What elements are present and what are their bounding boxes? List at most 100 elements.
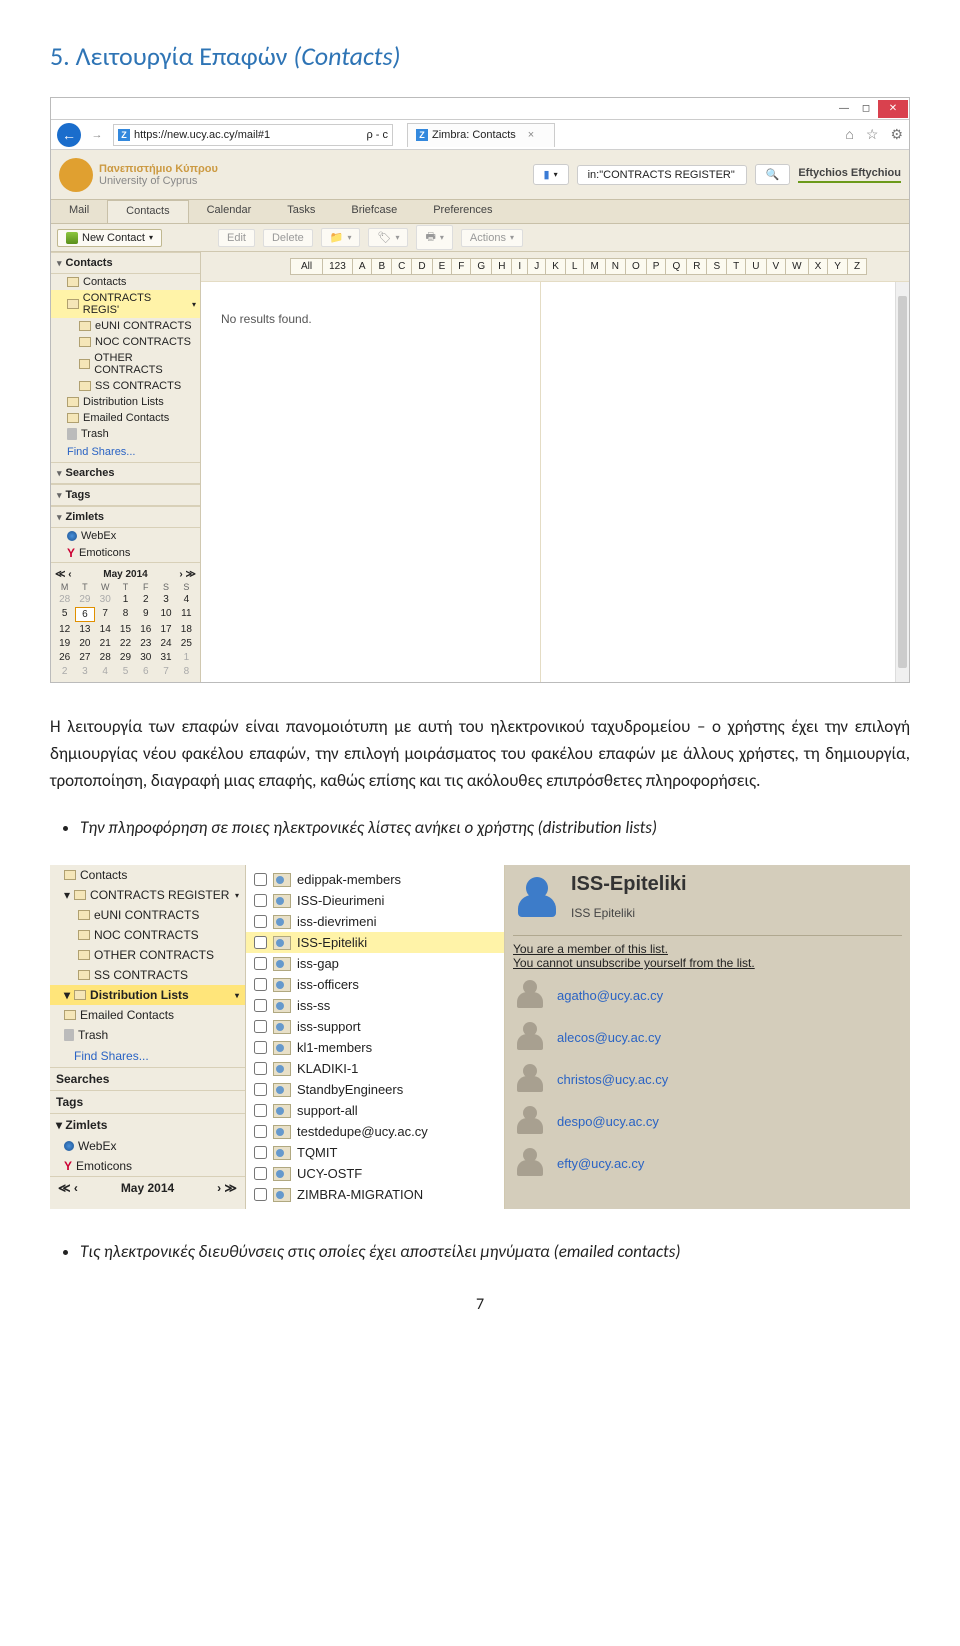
calendar-day[interactable]: 12 — [55, 623, 74, 636]
dl-row[interactable]: UCY-OSTF — [246, 1163, 504, 1184]
calendar-day[interactable]: 21 — [96, 637, 115, 650]
calendar-day[interactable]: 5 — [55, 607, 74, 622]
alpha-filter-E[interactable]: E — [432, 258, 453, 275]
tab-contacts[interactable]: Contacts — [107, 200, 188, 223]
calendar-day[interactable]: 30 — [96, 593, 115, 606]
sidebar-zimlet-webex[interactable]: WebEx — [51, 528, 200, 544]
sidebar-item[interactable]: eUNI CONTRACTS — [51, 318, 200, 334]
calendar-day[interactable]: 16 — [136, 623, 155, 636]
dl-checkbox[interactable] — [254, 1104, 267, 1117]
dl-checkbox[interactable] — [254, 1125, 267, 1138]
sidebar-item-2[interactable]: SS CONTRACTS — [50, 965, 245, 985]
dl-row[interactable]: edippak-members — [246, 869, 504, 890]
tab-preferences[interactable]: Preferences — [415, 200, 510, 223]
sidebar-item-2[interactable]: ▾ CONTRACTS REGISTER▾ — [50, 885, 245, 905]
calendar-day[interactable]: 6 — [75, 607, 94, 622]
dl-checkbox[interactable] — [254, 1167, 267, 1180]
dl-checkbox[interactable] — [254, 999, 267, 1012]
dl-checkbox[interactable] — [254, 1020, 267, 1033]
sidebar-item-2[interactable]: NOC CONTRACTS — [50, 925, 245, 945]
sidebar-item[interactable]: Trash — [51, 426, 200, 442]
searches-header-2[interactable]: Searches — [50, 1067, 245, 1090]
search-scope[interactable]: ▮ ▾ — [533, 164, 569, 185]
sidebar-item-2[interactable]: Contacts — [50, 865, 245, 885]
alpha-filter-M[interactable]: M — [583, 258, 605, 275]
dl-row[interactable]: TQMIT — [246, 1142, 504, 1163]
alpha-filter-F[interactable]: F — [451, 258, 471, 275]
alpha-filter-J[interactable]: J — [527, 258, 546, 275]
browser-tab[interactable]: Z Zimbra: Contacts × — [407, 123, 555, 147]
calendar-day[interactable]: 8 — [177, 665, 196, 678]
alpha-filter-D[interactable]: D — [411, 258, 432, 275]
dl-checkbox[interactable] — [254, 1062, 267, 1075]
alpha-filter-W[interactable]: W — [785, 258, 808, 275]
calendar-day[interactable]: 1 — [116, 593, 135, 606]
dl-row[interactable]: ISS-Epiteliki — [246, 932, 504, 953]
calendar-day[interactable]: 2 — [136, 593, 155, 606]
dl-checkbox[interactable] — [254, 1146, 267, 1159]
sidebar-item-2[interactable]: Emailed Contacts — [50, 1005, 245, 1025]
star-icon[interactable]: ☆ — [866, 126, 879, 143]
alpha-filter-V[interactable]: V — [766, 258, 787, 275]
print-button[interactable]: 🖶▾ — [416, 225, 452, 250]
dl-row[interactable]: ZIMBRA-MIGRATION — [246, 1184, 504, 1205]
calendar-day[interactable]: 10 — [156, 607, 175, 622]
tab-briefcase[interactable]: Briefcase — [333, 200, 415, 223]
alpha-filter-T[interactable]: T — [726, 258, 746, 275]
calendar-day[interactable]: 3 — [75, 665, 94, 678]
calendar-day[interactable]: 22 — [116, 637, 135, 650]
calendar-day[interactable]: 4 — [177, 593, 196, 606]
tag-button[interactable]: 🏷▾ — [368, 228, 408, 247]
minimize-button[interactable]: — — [834, 100, 854, 118]
calendar-day[interactable]: 31 — [156, 651, 175, 664]
calendar-day[interactable]: 28 — [96, 651, 115, 664]
alpha-filter-U[interactable]: U — [745, 258, 766, 275]
sidebar-item-2[interactable]: OTHER CONTRACTS — [50, 945, 245, 965]
sidebar-item-2[interactable]: eUNI CONTRACTS — [50, 905, 245, 925]
maximize-button[interactable]: ◻ — [856, 100, 876, 118]
zimlets-header-2[interactable]: ▾ Zimlets — [50, 1113, 245, 1136]
forward-button[interactable]: → — [87, 125, 107, 145]
alpha-filter-All[interactable]: All — [290, 258, 323, 275]
calendar-day[interactable]: 25 — [177, 637, 196, 650]
sidebar-item[interactable]: Emailed Contacts — [51, 410, 200, 426]
find-shares-link-2[interactable]: Find Shares... — [50, 1045, 245, 1067]
delete-button[interactable]: Delete — [263, 229, 313, 247]
zimlet-emoticons-2[interactable]: YEmoticons — [50, 1156, 245, 1176]
dl-row[interactable]: testdedupe@ucy.ac.cy — [246, 1121, 504, 1142]
search-button[interactable]: 🔍 — [755, 164, 791, 185]
sidebar-item-2[interactable]: ▾ Distribution Lists▾ — [50, 985, 245, 1005]
sidebar-contacts-header[interactable]: Contacts — [51, 252, 200, 274]
address-bar[interactable]: Z https://new.ucy.ac.cy/mail#1 ρ - c — [113, 124, 393, 146]
alpha-filter-L[interactable]: L — [565, 258, 585, 275]
calendar-day[interactable]: 2 — [55, 665, 74, 678]
calendar-day[interactable]: 9 — [136, 607, 155, 622]
calendar-day[interactable]: 4 — [96, 665, 115, 678]
calendar-day[interactable]: 24 — [156, 637, 175, 650]
dl-row[interactable]: KLADIKI-1 — [246, 1058, 504, 1079]
tab-mail[interactable]: Mail — [51, 200, 107, 223]
calendar-day[interactable]: 7 — [96, 607, 115, 622]
alpha-filter-N[interactable]: N — [605, 258, 626, 275]
edit-button[interactable]: Edit — [218, 229, 255, 247]
dl-checkbox[interactable] — [254, 873, 267, 886]
cal-prev-2[interactable]: ≪ ‹ — [58, 1181, 78, 1195]
actions-button[interactable]: Actions▾ — [461, 229, 523, 247]
alpha-filter-K[interactable]: K — [545, 258, 566, 275]
dl-row[interactable]: iss-dievrimeni — [246, 911, 504, 932]
move-button[interactable]: 📁▾ — [321, 228, 361, 247]
home-icon[interactable]: ⌂ — [845, 126, 853, 143]
search-query[interactable]: in:"CONTRACTS REGISTER" — [577, 165, 747, 185]
alpha-filter-R[interactable]: R — [686, 258, 707, 275]
calendar-day[interactable]: 5 — [116, 665, 135, 678]
calendar-day[interactable]: 17 — [156, 623, 175, 636]
dl-row[interactable]: iss-ss — [246, 995, 504, 1016]
calendar-day[interactable]: 29 — [116, 651, 135, 664]
tab-tasks[interactable]: Tasks — [269, 200, 333, 223]
alpha-filter-O[interactable]: O — [625, 258, 647, 275]
alpha-filter-Q[interactable]: Q — [665, 258, 687, 275]
dl-checkbox[interactable] — [254, 1188, 267, 1201]
sidebar-zimlet-emoticons[interactable]: YEmoticons — [51, 544, 200, 562]
calendar-day[interactable]: 1 — [177, 651, 196, 664]
cal-next-2[interactable]: › ≫ — [217, 1181, 237, 1195]
